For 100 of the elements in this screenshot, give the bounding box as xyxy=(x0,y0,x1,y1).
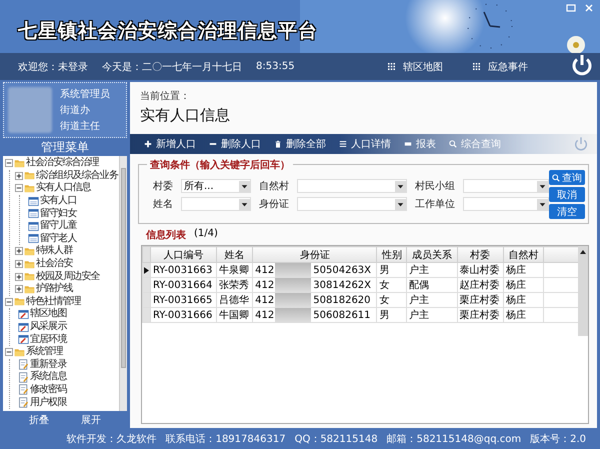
list-icon xyxy=(339,140,347,148)
tree-item[interactable]: 社会治安 xyxy=(36,258,72,270)
tree-item[interactable]: 重新登录 xyxy=(30,358,66,371)
dropdown-field[interactable] xyxy=(181,197,251,211)
column-header[interactable]: 人口编号 xyxy=(150,246,217,262)
tree-item[interactable]: 护路护线 xyxy=(36,283,72,296)
trash-icon xyxy=(274,140,282,148)
column-header[interactable]: 成员关系 xyxy=(406,246,458,262)
tree-item[interactable]: 辖区地图 xyxy=(30,308,66,320)
toolbar-button[interactable]: 人口详情 xyxy=(339,137,391,151)
grid-icon xyxy=(473,63,480,70)
redaction-block xyxy=(275,293,312,307)
folder-icon xyxy=(24,271,35,282)
location-label: 当前位置： xyxy=(139,90,191,103)
toolbar-button[interactable]: 新增人口 xyxy=(144,137,196,151)
welcome-text: 欢迎您：未登录 xyxy=(18,60,88,74)
tree-item[interactable]: 用户权限 xyxy=(30,396,66,409)
tree-item[interactable]: 留守老人 xyxy=(40,232,76,245)
table-cell: RY-0031664 xyxy=(150,278,217,292)
dropdown-field[interactable] xyxy=(463,197,549,211)
query-button[interactable]: 取消 xyxy=(549,187,585,202)
tree-item[interactable]: 系统管理 xyxy=(26,346,62,358)
document-icon xyxy=(18,397,29,408)
table-cell: 赵庄村委 xyxy=(457,278,504,292)
expand-toggle[interactable] xyxy=(15,272,23,281)
document-icon xyxy=(18,384,29,396)
query-button[interactable]: 清空 xyxy=(549,204,585,219)
scroll-up-icon[interactable] xyxy=(579,248,587,256)
tree-item[interactable]: 系统信息 xyxy=(30,371,66,384)
menu-button[interactable]: 展开 xyxy=(81,411,101,428)
toolbar-button[interactable]: 删除全部 xyxy=(274,137,326,151)
tree-item[interactable]: 留守儿童 xyxy=(40,220,76,232)
query-button[interactable]: 查询 xyxy=(549,170,585,185)
expand-toggle[interactable] xyxy=(15,260,23,268)
collapse-toggle[interactable] xyxy=(5,298,13,306)
folder-icon xyxy=(24,182,35,194)
tree-item[interactable]: 留守妇女 xyxy=(40,208,76,220)
scrollbar[interactable] xyxy=(578,246,588,336)
tree-item[interactable]: 实有人口 xyxy=(40,195,76,208)
collapse-toggle[interactable] xyxy=(5,348,13,356)
collapse-toggle[interactable] xyxy=(15,184,23,192)
table-icon xyxy=(28,208,39,220)
power-icon[interactable] xyxy=(570,53,594,77)
list-count: (1/4) xyxy=(194,228,218,241)
table-cell: 杨庄 xyxy=(503,262,544,278)
folder-icon xyxy=(24,246,35,257)
scrollbar[interactable] xyxy=(119,156,127,411)
toolbar-button[interactable]: 删除人口 xyxy=(209,137,261,151)
table-icon xyxy=(28,196,39,207)
table-cell: 杨庄 xyxy=(503,278,544,292)
close-icon[interactable] xyxy=(584,3,594,13)
toolbar-button[interactable]: 报表 xyxy=(404,137,436,151)
document-icon xyxy=(18,372,29,383)
expand-toggle[interactable] xyxy=(15,285,23,294)
tree-item[interactable]: 校园及周边安全 xyxy=(36,270,100,283)
collapse-toggle[interactable] xyxy=(5,159,13,168)
column-header[interactable]: 村委 xyxy=(457,246,504,262)
dropdown-field[interactable] xyxy=(297,179,407,193)
map-icon xyxy=(18,334,29,346)
folder-icon xyxy=(14,346,25,358)
column-header[interactable]: 姓名 xyxy=(216,246,253,262)
folder-icon xyxy=(14,158,25,169)
tree-item[interactable]: 修改密码 xyxy=(30,384,66,396)
tree-item[interactable]: 综治组织及综合业务 xyxy=(36,170,118,182)
status-text: QQ：582115148 xyxy=(294,432,378,446)
tree-item[interactable]: 特色社情管理 xyxy=(26,296,81,308)
table-cell: 50504263X xyxy=(313,264,372,276)
expand-toggle[interactable] xyxy=(15,247,23,256)
search-icon xyxy=(449,140,457,148)
nav-link[interactable]: 应急事件 xyxy=(473,60,528,74)
status-text: 版本号：2.0 xyxy=(530,432,586,446)
column-header[interactable]: 自然村 xyxy=(503,246,544,262)
dropdown-field[interactable]: 所有... xyxy=(181,179,251,193)
table-cell: 412 xyxy=(255,310,274,320)
redaction-block xyxy=(275,278,312,292)
map-icon xyxy=(18,308,29,320)
profile-text: 系统管理员 xyxy=(60,88,110,101)
profile-text: 街道办 xyxy=(60,104,91,117)
minus-icon xyxy=(209,140,217,148)
status-text: 软件开发：久龙软件 xyxy=(66,432,157,446)
tree-item[interactable]: 宜居环境 xyxy=(30,334,66,346)
expand-toggle[interactable] xyxy=(15,172,23,180)
tree-item[interactable]: 特殊人群 xyxy=(36,245,72,258)
tree-item[interactable]: 风采展示 xyxy=(30,321,66,334)
bar-icon xyxy=(404,140,412,148)
table-cell: RY-0031663 xyxy=(150,262,217,278)
dropdown-field[interactable] xyxy=(463,179,549,193)
column-header[interactable]: 性别 xyxy=(376,246,407,262)
dropdown-field[interactable] xyxy=(297,197,407,211)
nav-link[interactable]: 辖区地图 xyxy=(388,60,443,74)
column-header[interactable]: 身份证 xyxy=(252,246,377,262)
menu-button[interactable]: 折叠 xyxy=(29,411,49,428)
tree-item[interactable]: 实有人口信息 xyxy=(36,182,91,194)
table-cell: 配偶 xyxy=(406,278,458,292)
tree-item[interactable]: 社会治安综合治理 xyxy=(26,157,99,170)
folder-icon xyxy=(24,284,35,295)
table-cell: 女 xyxy=(376,292,407,308)
search-icon xyxy=(552,174,560,182)
table-cell: 女 xyxy=(376,278,407,292)
restore-icon[interactable] xyxy=(566,3,576,13)
